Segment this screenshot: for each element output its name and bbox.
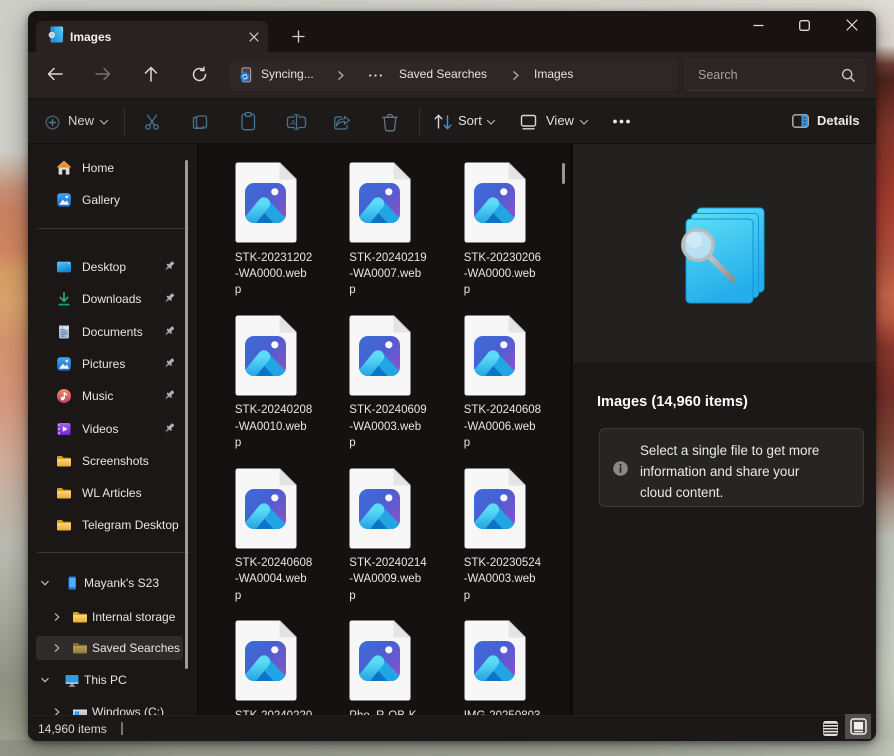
- svg-text:A: A: [291, 118, 296, 127]
